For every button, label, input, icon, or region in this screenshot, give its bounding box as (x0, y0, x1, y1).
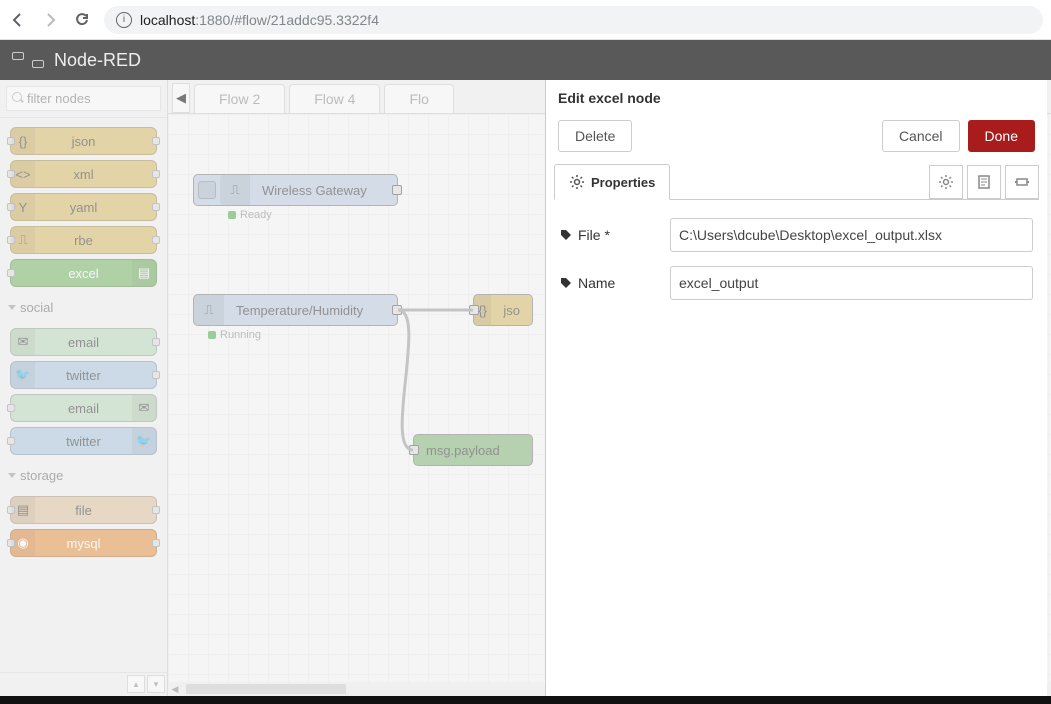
forward-button[interactable] (40, 10, 60, 30)
node-wireless-gateway[interactable]: ⎍ Wireless Gateway (193, 174, 398, 206)
file-field-label: File * (560, 227, 670, 243)
palette-node-file[interactable]: ▤file (10, 496, 157, 524)
palette-node-json[interactable]: {}json (10, 127, 157, 155)
url-text: localhost:1880/#flow/21addc95.3322f4 (140, 12, 379, 28)
node-debug[interactable]: msg.payload (413, 434, 533, 466)
inject-button[interactable] (198, 181, 216, 199)
tab-scroll-left[interactable]: ◀ (172, 83, 190, 113)
node-name-input[interactable] (670, 266, 1033, 300)
back-button[interactable] (8, 10, 28, 30)
node-description-button[interactable] (967, 165, 1001, 199)
palette-sidebar: {}json <>xml Yyaml ⎍rbe excel▤ social ✉e… (0, 80, 168, 696)
palette-node-yaml[interactable]: Yyaml (10, 193, 157, 221)
done-button[interactable]: Done (968, 120, 1035, 152)
xml-icon: <> (11, 161, 35, 187)
palette-category-social[interactable]: social (4, 292, 163, 323)
delete-button[interactable]: Delete (558, 120, 632, 152)
site-info-icon[interactable]: i (116, 12, 132, 28)
palette-node-email-out[interactable]: email✉ (10, 394, 157, 422)
file-icon: ▤ (132, 260, 156, 286)
reload-button[interactable] (72, 10, 92, 30)
file-path-input[interactable] (670, 218, 1033, 252)
json-icon: {} (11, 128, 35, 154)
node-gateway-status: Ready (228, 209, 272, 221)
rbe-icon: ⎍ (11, 227, 35, 253)
document-icon (976, 174, 992, 190)
palette-node-twitter-out[interactable]: twitter🐦 (10, 427, 157, 455)
db-icon: ◉ (11, 530, 35, 556)
palette-node-excel[interactable]: excel▤ (10, 259, 157, 287)
wireless-icon: ⎍ (220, 175, 250, 205)
node-appearance-button[interactable] (1005, 165, 1039, 199)
gear-icon (938, 174, 954, 190)
window-border (0, 696, 1051, 704)
tag-icon (560, 277, 572, 289)
palette-node-email-in[interactable]: ✉email (10, 328, 157, 356)
sensor-icon: ⎍ (194, 295, 224, 325)
mail-icon: ✉ (132, 395, 156, 421)
address-bar[interactable]: i localhost:1880/#flow/21addc95.3322f4 (104, 6, 1043, 34)
app-header: Node-RED (0, 40, 1051, 80)
file-icon: ▤ (11, 497, 35, 523)
palette-expand-button[interactable]: ▾ (147, 675, 165, 693)
twitter-icon: 🐦 (132, 428, 156, 454)
tab-flow-2[interactable]: Flow 2 (194, 84, 285, 113)
palette-node-mysql[interactable]: ◉mysql (10, 529, 157, 557)
tab-flow-partial[interactable]: Flo (384, 84, 453, 113)
search-icon (6, 86, 161, 111)
name-field-label: Name (560, 275, 670, 291)
edit-node-panel: Edit excel node Delete Cancel Done Prope… (545, 80, 1047, 696)
palette-node-xml[interactable]: <>xml (10, 160, 157, 188)
yaml-icon: Y (11, 194, 35, 220)
edit-panel-title: Edit excel node (546, 80, 1047, 116)
properties-tab[interactable]: Properties (554, 164, 670, 200)
tag-icon (560, 229, 572, 241)
nodered-logo-icon (12, 52, 44, 68)
palette-node-twitter-in[interactable]: 🐦twitter (10, 361, 157, 389)
gear-icon (569, 174, 585, 190)
palette-category-storage[interactable]: storage (4, 460, 163, 491)
palette-filter-input[interactable] (6, 86, 161, 111)
node-temperature-humidity[interactable]: ⎍ Temperature/Humidity (193, 294, 398, 326)
mail-icon: ✉ (11, 329, 35, 355)
twitter-icon: 🐦 (11, 362, 35, 388)
palette-collapse-button[interactable]: ▴ (127, 675, 145, 693)
browser-chrome: i localhost:1880/#flow/21addc95.3322f4 (0, 0, 1051, 40)
cancel-button[interactable]: Cancel (882, 120, 960, 152)
node-temp-status: Running (208, 329, 261, 341)
node-json[interactable]: {} jso (473, 294, 533, 326)
tab-flow-4[interactable]: Flow 4 (289, 84, 380, 113)
appearance-icon (1014, 174, 1030, 190)
node-settings-button[interactable] (929, 165, 963, 199)
app-title: Node-RED (54, 50, 141, 71)
palette-node-rbe[interactable]: ⎍rbe (10, 226, 157, 254)
